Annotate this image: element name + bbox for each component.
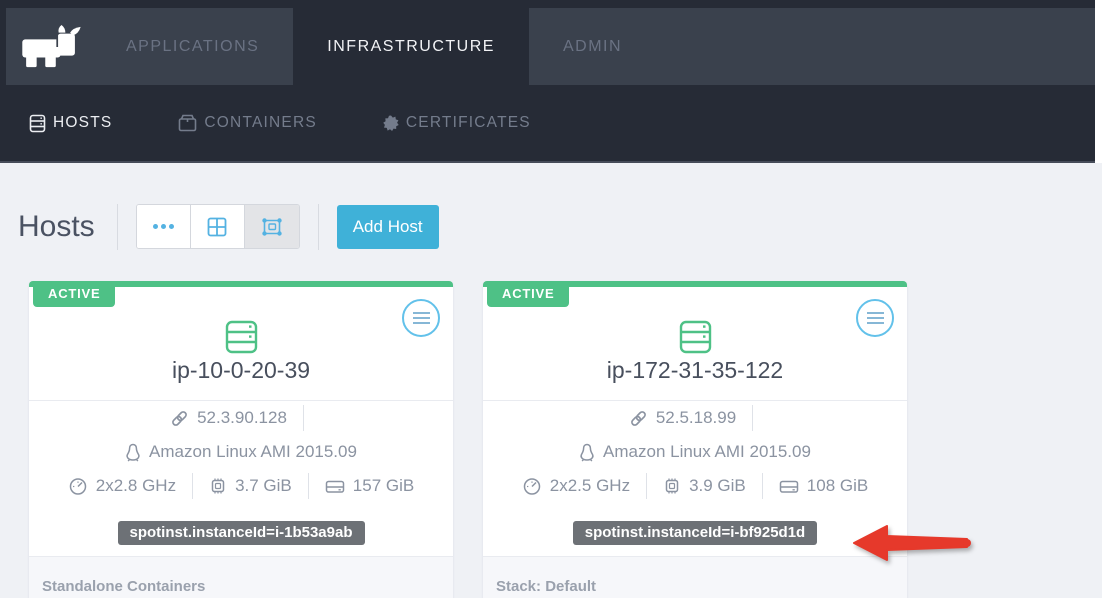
host-disk: 157 GiB xyxy=(353,476,414,496)
status-badge: ACTIVE xyxy=(487,281,569,307)
linux-penguin-icon xyxy=(125,443,141,462)
divider xyxy=(752,405,753,431)
machine-view-button[interactable] xyxy=(245,205,299,248)
rancher-hosts-page: APPLICATIONS INFRASTRUCTURE ADMIN HOSTS xyxy=(0,0,1102,598)
hamburger-icon xyxy=(867,312,884,314)
divider xyxy=(117,204,118,250)
subnav-label: CONTAINERS xyxy=(204,114,316,132)
link-icon xyxy=(170,409,189,428)
host-ip-row: 52.5.18.99 xyxy=(483,401,907,435)
tab-applications[interactable]: APPLICATIONS xyxy=(92,8,293,85)
host-name[interactable]: ip-172-31-35-122 xyxy=(483,357,907,384)
certificate-seal-icon xyxy=(383,115,399,131)
page-title: Hosts xyxy=(18,210,95,244)
card-footer: Stack: Default xyxy=(483,556,907,598)
cpu-gauge-icon xyxy=(522,477,542,495)
view-toggle-group xyxy=(136,204,300,249)
list-view-button[interactable] xyxy=(137,205,191,248)
rancher-logo[interactable] xyxy=(6,8,92,85)
host-memory: 3.7 GiB xyxy=(235,476,292,496)
hosts-content: Hosts xyxy=(0,163,1102,598)
host-disk: 108 GiB xyxy=(807,476,868,496)
host-ip: 52.5.18.99 xyxy=(656,408,736,428)
status-badge: ACTIVE xyxy=(33,281,115,307)
link-icon xyxy=(629,409,648,428)
divider xyxy=(308,473,309,499)
divider xyxy=(192,473,193,499)
divider xyxy=(303,405,304,431)
host-ip-row: 52.3.90.128 xyxy=(29,401,453,435)
host-os: Amazon Linux AMI 2015.09 xyxy=(603,442,811,462)
host-server-icon xyxy=(225,320,258,354)
host-os-row: Amazon Linux AMI 2015.09 xyxy=(29,435,453,469)
subnav-item-hosts[interactable]: HOSTS xyxy=(29,114,112,133)
cpu-gauge-icon xyxy=(68,477,88,495)
subnav-label: CERTIFICATES xyxy=(406,114,531,132)
host-card: ACTIVE ip-10-0-20-39 xyxy=(29,281,453,598)
card-footer-label: Standalone Containers xyxy=(42,578,205,595)
top-nav-band: APPLICATIONS INFRASTRUCTURE ADMIN xyxy=(6,8,1095,85)
subnav-item-certificates[interactable]: CERTIFICATES xyxy=(383,114,531,132)
host-menu-button[interactable] xyxy=(402,299,440,337)
title-row: Hosts xyxy=(0,163,1102,250)
hamburger-icon xyxy=(413,312,430,314)
spotinst-instance-tag: spotinst.instanceId=i-1b53a9ab xyxy=(118,521,365,545)
grid-view-icon xyxy=(207,217,227,237)
spotinst-instance-tag: spotinst.instanceId=i-bf925d1d xyxy=(573,521,817,545)
memory-chip-icon xyxy=(209,477,227,495)
top-navigation: APPLICATIONS INFRASTRUCTURE ADMIN HOSTS xyxy=(0,0,1095,163)
subnav-label: HOSTS xyxy=(53,114,112,132)
host-cpu: 2x2.8 GHz xyxy=(96,476,176,496)
host-os: Amazon Linux AMI 2015.09 xyxy=(149,442,357,462)
host-server-icon xyxy=(679,320,712,354)
host-specs-row: 2x2.8 GHz 3.7 GiB xyxy=(29,469,453,503)
machine-view-icon xyxy=(261,217,283,237)
host-name[interactable]: ip-10-0-20-39 xyxy=(29,357,453,384)
red-annotation-arrow-icon xyxy=(851,523,975,565)
memory-chip-icon xyxy=(663,477,681,495)
host-os-row: Amazon Linux AMI 2015.09 xyxy=(483,435,907,469)
disk-drive-icon xyxy=(325,478,345,495)
host-memory: 3.9 GiB xyxy=(689,476,746,496)
add-host-button[interactable]: Add Host xyxy=(337,205,439,249)
host-card: ACTIVE ip-172-31-35-122 xyxy=(483,281,907,598)
card-footer: Standalone Containers xyxy=(29,556,453,598)
card-footer-label: Stack: Default xyxy=(496,578,596,595)
infrastructure-subnav: HOSTS CONTAINERS CERTIFI xyxy=(0,85,1095,163)
divider xyxy=(762,473,763,499)
server-icon xyxy=(29,114,46,133)
subnav-item-containers[interactable]: CONTAINERS xyxy=(178,114,316,132)
host-specs-row: 2x2.5 GHz 3.9 GiB xyxy=(483,469,907,503)
host-ip: 52.3.90.128 xyxy=(197,408,287,428)
disk-drive-icon xyxy=(779,478,799,495)
host-menu-button[interactable] xyxy=(856,299,894,337)
container-box-icon xyxy=(178,114,197,132)
list-dots-icon xyxy=(153,224,174,229)
grid-view-button[interactable] xyxy=(191,205,245,248)
divider xyxy=(318,204,319,250)
cow-logo-icon xyxy=(20,25,82,69)
tab-infrastructure[interactable]: INFRASTRUCTURE xyxy=(293,0,529,85)
linux-penguin-icon xyxy=(579,443,595,462)
tab-admin[interactable]: ADMIN xyxy=(529,8,656,85)
host-cpu: 2x2.5 GHz xyxy=(550,476,630,496)
divider xyxy=(646,473,647,499)
